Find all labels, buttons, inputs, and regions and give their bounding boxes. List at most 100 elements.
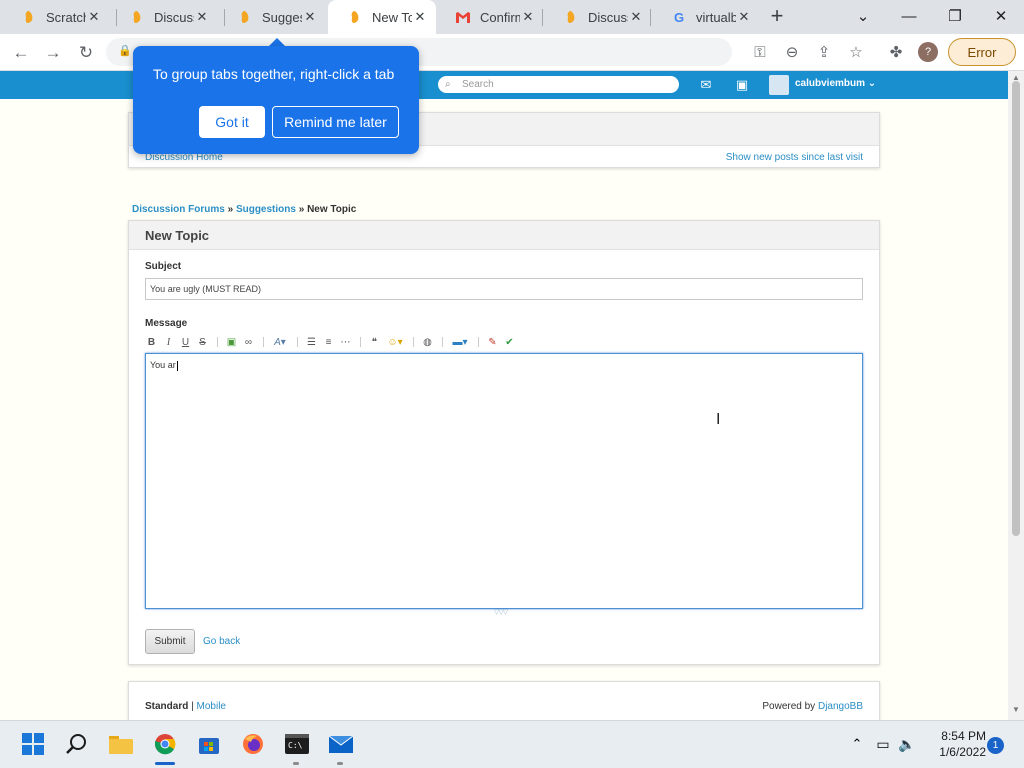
bold-icon[interactable]: B — [145, 336, 158, 349]
subject-field[interactable]: You are ugly (MUST READ) — [145, 278, 863, 300]
resize-grip-icon[interactable]: ▽▽▽ — [494, 608, 508, 616]
zoom-icon[interactable]: ⊖ — [781, 41, 803, 63]
breadcrumb: Discussion Forums » Suggestions » New To… — [132, 204, 356, 215]
toolbar-divider — [297, 337, 298, 347]
numbered-list-icon[interactable]: ≡ — [322, 336, 335, 349]
tab-search-icon[interactable]: ⌄ — [840, 0, 886, 32]
ibeam-cursor-icon: I — [716, 411, 721, 428]
close-icon[interactable]: ✕ — [736, 9, 752, 25]
app-running-indicator — [293, 762, 299, 765]
error-button[interactable]: Error — [948, 38, 1016, 66]
terminal-icon[interactable]: C:\ — [282, 729, 312, 759]
close-icon[interactable]: ✕ — [412, 9, 428, 25]
my-stuff-icon[interactable]: ▣ — [733, 77, 751, 92]
standard-view-label: Standard — [145, 701, 189, 712]
scratch-icon — [348, 10, 362, 24]
remind-later-button[interactable]: Remind me later — [272, 106, 399, 138]
image-icon[interactable]: ▣ — [225, 336, 238, 349]
mobile-view-link[interactable]: Mobile — [197, 701, 226, 712]
scroll-down-icon[interactable]: ▼ — [1012, 705, 1020, 714]
clear-format-icon[interactable]: ✎ — [486, 336, 499, 349]
username-menu[interactable]: calubviembum ⌄ — [795, 78, 876, 89]
tab-confirm[interactable]: Confirm ✕ — [436, 0, 544, 34]
submit-button[interactable]: Submit — [145, 629, 195, 654]
volume-icon[interactable]: 🔈 — [892, 729, 922, 759]
tab-new-topic[interactable]: New Topi ✕ — [328, 0, 436, 34]
tab-title: Confirm — [480, 9, 520, 25]
file-explorer-icon[interactable] — [106, 729, 136, 759]
search-icon[interactable] — [61, 729, 91, 759]
system-clock[interactable]: 8:54 PM 1/6/2022 — [922, 728, 986, 760]
tab-scratch[interactable]: Scratch ✕ — [2, 0, 110, 34]
avatar[interactable] — [769, 75, 789, 95]
go-back-link[interactable]: Go back — [203, 636, 240, 647]
notification-badge[interactable]: 1 — [987, 737, 1004, 754]
reload-button[interactable]: ↻ — [73, 40, 99, 66]
strikethrough-icon[interactable]: S — [196, 336, 209, 349]
extensions-icon[interactable]: ✤ — [885, 41, 907, 63]
list-item-icon[interactable]: ⋯ — [339, 336, 352, 349]
forward-button[interactable]: → — [40, 40, 66, 66]
close-window-button[interactable]: ✕ — [978, 0, 1024, 32]
preview-check-icon[interactable]: ✔ — [503, 336, 516, 349]
tab-group-popup: To group tabs together, right-click a ta… — [133, 46, 419, 154]
bullet-list-icon[interactable]: ☰ — [305, 336, 318, 349]
scratch-icon — [130, 10, 144, 24]
footer-panel: Standard | Mobile Powered by DjangoBB — [128, 681, 880, 720]
tab-divider — [650, 9, 651, 26]
messages-icon[interactable]: ✉ — [697, 77, 715, 92]
underline-icon[interactable]: U — [179, 336, 192, 349]
profile-avatar[interactable]: ? — [918, 42, 938, 62]
tab-virtualbox[interactable]: G virtualb ✕ — [652, 0, 760, 34]
breadcrumb-current: New Topic — [307, 204, 357, 215]
scrollbar-thumb[interactable] — [1012, 81, 1020, 536]
start-icon[interactable] — [18, 729, 48, 759]
breadcrumb-suggestions-link[interactable]: Suggestions — [236, 204, 296, 215]
message-textarea[interactable]: You ar — [145, 353, 863, 609]
bookmark-star-icon[interactable]: ☆ — [845, 41, 867, 63]
got-it-button[interactable]: Got it — [199, 106, 265, 138]
scratch-icon — [22, 10, 36, 24]
close-icon[interactable]: ✕ — [520, 9, 536, 25]
new-tab-button[interactable]: + — [766, 5, 788, 28]
tab-discuss-2[interactable]: Discuss ✕ — [544, 0, 652, 34]
show-new-posts-link[interactable]: Show new posts since last visit — [726, 152, 863, 163]
quote-icon[interactable]: ❝ — [368, 336, 381, 349]
breadcrumb-separator: » — [298, 204, 305, 215]
close-icon[interactable]: ✕ — [628, 9, 644, 25]
tab-title: virtualb — [696, 9, 736, 25]
italic-icon[interactable]: I — [162, 336, 175, 349]
djangobb-link[interactable]: DjangoBB — [818, 701, 863, 712]
tab-title: Discuss — [154, 9, 194, 25]
font-style-icon[interactable]: A▾ — [271, 336, 289, 349]
close-icon[interactable]: ✕ — [194, 9, 210, 25]
store-icon[interactable] — [194, 729, 224, 759]
smiley-icon[interactable]: ☺▾ — [385, 336, 405, 349]
firefox-icon[interactable] — [238, 729, 268, 759]
page-scrollbar[interactable]: ▲ ▼ — [1008, 71, 1024, 720]
view-switch: Standard | Mobile — [145, 701, 226, 712]
chrome-icon[interactable] — [150, 729, 180, 759]
restore-button[interactable]: ❐ — [932, 0, 978, 32]
close-icon[interactable]: ✕ — [302, 9, 318, 25]
close-icon[interactable]: ✕ — [86, 9, 102, 25]
toolbar-divider — [217, 337, 218, 347]
breadcrumb-forums-link[interactable]: Discussion Forums — [132, 204, 225, 215]
tab-discuss[interactable]: Discuss ✕ — [110, 0, 218, 34]
globe-icon[interactable]: ◍ — [421, 336, 434, 349]
tab-title: Discuss — [588, 9, 628, 25]
link-icon[interactable]: ∞ — [242, 336, 255, 349]
minimize-button[interactable]: — — [886, 0, 932, 32]
scratch-blocks-icon[interactable]: ▬▾ — [450, 336, 470, 349]
key-icon[interactable]: ⚿ — [749, 41, 771, 63]
site-search-input[interactable]: ⌕ Search — [438, 76, 679, 93]
active-app-indicator — [155, 762, 175, 765]
message-text: You ar — [150, 360, 176, 370]
app-running-indicator — [337, 762, 343, 765]
share-icon[interactable]: ⇪ — [813, 41, 835, 63]
mail-icon[interactable] — [326, 729, 356, 759]
tab-suggest[interactable]: Suggest ✕ — [218, 0, 326, 34]
back-button[interactable]: ← — [8, 40, 34, 66]
toolbar-divider — [442, 337, 443, 347]
toolbar-divider — [360, 337, 361, 347]
